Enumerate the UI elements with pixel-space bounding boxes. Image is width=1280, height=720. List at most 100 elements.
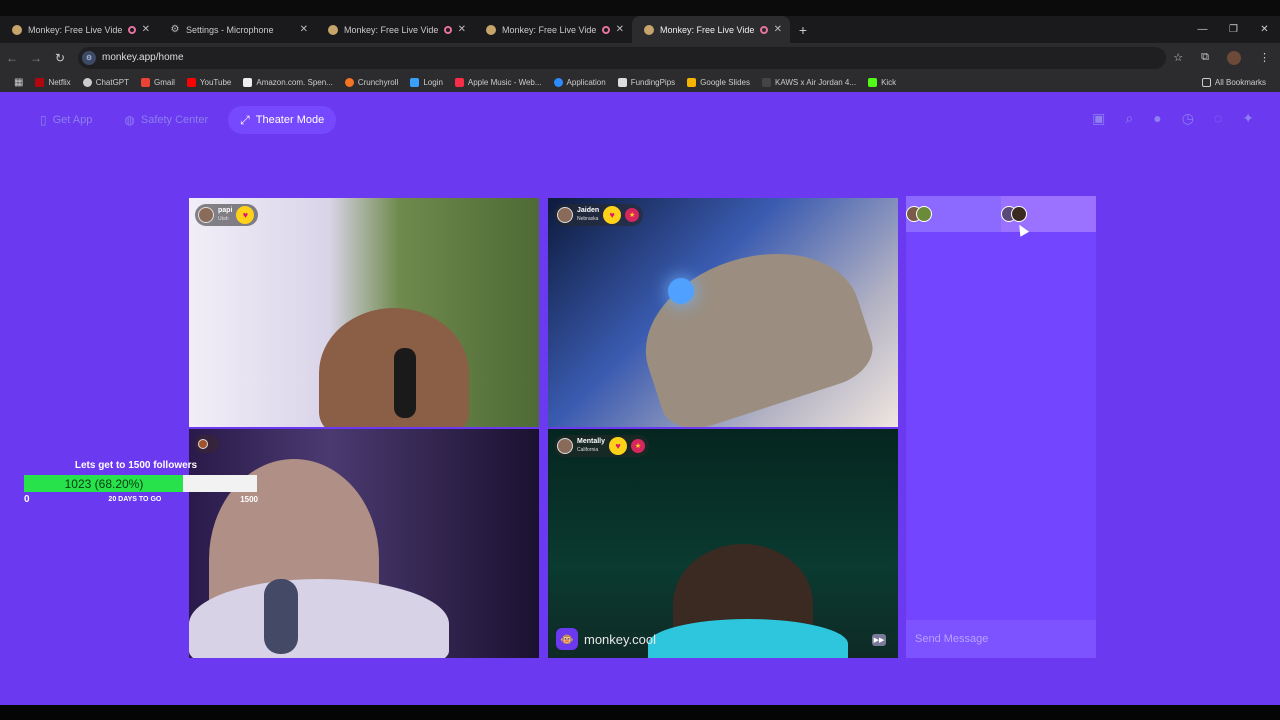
crunchyroll-icon: [344, 77, 354, 87]
all-bookmarks[interactable]: All Bookmarks: [1196, 77, 1272, 87]
shield-icon: ◍: [124, 113, 135, 127]
user-label: papi Utah ♥: [195, 204, 259, 226]
menu-kebab-icon[interactable]: ⋮: [1259, 51, 1270, 64]
user-location: Utah: [218, 216, 229, 222]
close-tab-icon[interactable]: ✕: [774, 24, 782, 35]
bookmark-fundingpips[interactable]: FundingPips: [612, 77, 681, 87]
monkey-logo-icon: 🐵: [556, 628, 578, 650]
bookmark-google-slides[interactable]: Google Slides: [681, 77, 756, 87]
bottom-strip: [0, 705, 1280, 720]
watermark: 🐵 monkey.cool: [556, 628, 656, 650]
new-tab-button[interactable]: +: [790, 16, 816, 43]
goal-start: 0: [24, 494, 30, 505]
video-grid: papi Utah ♥ Jaiden Nebraska ♥ ★ Mentally…: [189, 198, 899, 658]
bookmark-kick[interactable]: Kick: [862, 77, 902, 87]
heart-icon[interactable]: ♥: [603, 206, 622, 224]
extensions-icon[interactable]: ⧉: [1201, 51, 1209, 64]
bookmark-youtube[interactable]: YouTube: [181, 77, 237, 87]
hoodie: [189, 579, 449, 658]
chat-bubble-icon[interactable]: ◌: [1214, 110, 1222, 127]
browser-tab-active[interactable]: Monkey: Free Live Video Ch ✕: [632, 16, 790, 43]
video-tile[interactable]: Jaiden Nebraska ♥ ★: [548, 198, 898, 427]
close-window-icon[interactable]: ✕: [1249, 16, 1280, 43]
bookmark-crunchyroll[interactable]: Crunchyroll: [339, 77, 404, 87]
bookmark-application[interactable]: Application: [548, 77, 612, 87]
bookmark-amazon[interactable]: Amazon.com. Spen...: [237, 77, 338, 87]
light-glow: [668, 278, 694, 304]
bookmark-apple-music[interactable]: Apple Music - Web...: [449, 77, 548, 87]
video-tile[interactable]: papi Utah ♥: [189, 198, 539, 427]
avatar: [557, 438, 573, 454]
monkey-app-page: ▯ Get App ◍ Safety Center ⤢ Theater Mode…: [0, 92, 1280, 705]
bookmark-kaws[interactable]: KAWS x Air Jordan 4...: [756, 77, 862, 87]
star-icon[interactable]: ☆: [1173, 51, 1183, 64]
video-tile[interactable]: Mentally California ♥ ★ 🐵 monkey.cool ▶▶: [548, 429, 898, 658]
bookmark-gmail[interactable]: Gmail: [135, 77, 181, 87]
bookmark-chatgpt[interactable]: ChatGPT: [77, 77, 135, 87]
username: Jaiden: [577, 207, 600, 214]
app-top-bar: ▯ Get App ◍ Safety Center ⤢ Theater Mode: [28, 106, 337, 134]
recording-indicator-icon: [601, 25, 610, 34]
youtube-icon: [186, 77, 196, 87]
window-controls: — ❐ ✕: [1187, 16, 1280, 43]
reload-icon[interactable]: ↻: [48, 51, 72, 65]
goal-progress-label: 1023 (68.20%): [64, 476, 144, 491]
send-message-input[interactable]: Send Message: [906, 620, 1096, 658]
microphone-image: [264, 579, 298, 654]
apps-grid-icon[interactable]: ▦: [8, 77, 29, 88]
browser-tab[interactable]: Monkey: Free Live Video Ch ✕: [0, 16, 158, 43]
chat-tab-group-1[interactable]: [906, 196, 1001, 232]
close-tab-icon[interactable]: ✕: [142, 24, 150, 35]
avatar: [198, 207, 214, 223]
microphone-image: [394, 348, 416, 418]
close-tab-icon[interactable]: ✕: [616, 24, 624, 35]
gift-icon[interactable]: ▣: [1092, 110, 1105, 127]
expand-icon: ⤢: [240, 112, 250, 127]
chat-panel: Send Message: [906, 196, 1096, 658]
avatar: [198, 439, 208, 449]
browser-tab[interactable]: ⚙ Settings - Microphone ✕: [158, 16, 316, 43]
watermark-text: monkey.cool: [584, 631, 657, 647]
gear-icon: ⚙: [170, 23, 180, 35]
skip-icon[interactable]: ▶▶: [872, 634, 886, 646]
maximize-icon[interactable]: ❐: [1218, 16, 1249, 43]
profile-icon[interactable]: ✦: [1242, 110, 1254, 127]
profile-avatar[interactable]: [1227, 50, 1241, 65]
apple-music-icon: [454, 77, 464, 87]
kaws-icon: [761, 77, 771, 87]
url-text[interactable]: monkey.app/home: [102, 52, 184, 63]
browser-tab[interactable]: Monkey: Free Live Video Ch ✕: [316, 16, 474, 43]
recording-indicator-icon: [759, 25, 768, 34]
forward-arrow-icon[interactable]: →: [24, 51, 48, 65]
avatar: [916, 206, 932, 222]
folder-icon: [1201, 77, 1211, 87]
get-app-button[interactable]: ▯ Get App: [28, 106, 104, 134]
heart-icon[interactable]: ♥: [609, 437, 628, 455]
minimize-icon[interactable]: —: [1187, 16, 1218, 43]
bookmark-login[interactable]: Login: [404, 77, 449, 87]
monkey-favicon-icon: [486, 24, 496, 35]
browser-tab-strip: Monkey: Free Live Video Ch ✕ ⚙ Settings …: [0, 16, 1280, 43]
participant-video: [625, 227, 881, 427]
url-bar[interactable]: ⚙ monkey.app/home: [78, 46, 1166, 69]
tab-title: Monkey: Free Live Video Ch: [502, 24, 596, 35]
history-icon[interactable]: ◷: [1182, 110, 1194, 127]
monkey-badge-icon: ★: [625, 208, 640, 222]
avatar: [557, 207, 573, 223]
search-icon[interactable]: ⌕: [1125, 110, 1133, 127]
theater-mode-button[interactable]: ⤢ Theater Mode: [228, 106, 337, 134]
close-tab-icon[interactable]: ✕: [458, 24, 466, 35]
site-info-icon[interactable]: ⚙: [82, 50, 96, 65]
tab-title: Settings - Microphone: [186, 24, 274, 35]
back-arrow-icon[interactable]: ←: [0, 51, 24, 65]
globe-icon[interactable]: ●: [1153, 110, 1161, 127]
user-location: Nebraska: [577, 216, 599, 222]
bookmark-netflix[interactable]: Netflix: [29, 77, 76, 87]
user-label: [195, 435, 219, 453]
close-tab-icon[interactable]: ✕: [300, 24, 308, 35]
fundingpips-icon: [617, 77, 627, 87]
browser-tab[interactable]: Monkey: Free Live Video Ch ✕: [474, 16, 632, 43]
heart-icon[interactable]: ♥: [236, 206, 255, 224]
safety-center-button[interactable]: ◍ Safety Center: [112, 106, 220, 134]
username: papi: [218, 207, 233, 214]
